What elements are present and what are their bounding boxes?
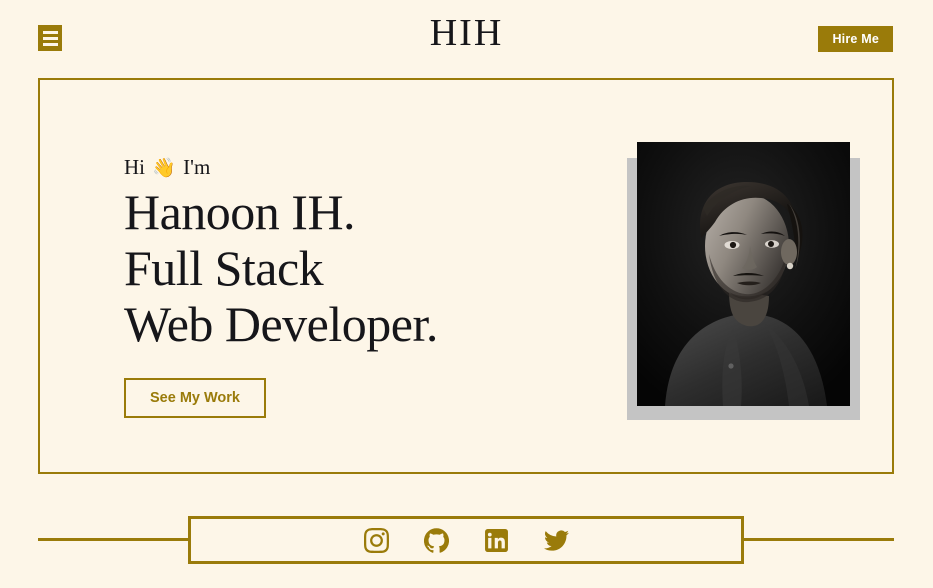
portrait-illustration (637, 142, 850, 406)
footer-rule-right (742, 538, 894, 541)
footer-rule-left (38, 538, 190, 541)
greeting-prefix: Hi (124, 155, 145, 179)
portrait-photo (637, 142, 850, 406)
site-header: HIH Hire Me (0, 0, 933, 76)
see-my-work-button[interactable]: See My Work (124, 378, 266, 418)
greeting-suffix: I'm (183, 155, 211, 179)
headline-line-1: Hanoon IH. (124, 184, 356, 240)
hero-text-block: Hi 👋 I'm Hanoon IH. Full Stack Web Devel… (124, 155, 544, 418)
hero-section: Hi 👋 I'm Hanoon IH. Full Stack Web Devel… (38, 78, 894, 474)
portrait-figure (588, 142, 860, 422)
page-title: Hanoon IH. Full Stack Web Developer. (124, 184, 544, 352)
linkedin-icon[interactable] (483, 527, 509, 553)
github-icon[interactable] (423, 527, 449, 553)
site-logo[interactable]: HIH (0, 14, 933, 52)
waving-hand-icon: 👋 (152, 158, 176, 179)
instagram-icon[interactable] (363, 527, 389, 553)
headline-line-3: Web Developer. (124, 296, 438, 352)
social-links-bar (188, 516, 744, 564)
twitter-icon[interactable] (543, 527, 569, 553)
hire-me-button[interactable]: Hire Me (818, 26, 893, 52)
greeting-line: Hi 👋 I'm (124, 155, 544, 180)
headline-line-2: Full Stack (124, 240, 324, 296)
